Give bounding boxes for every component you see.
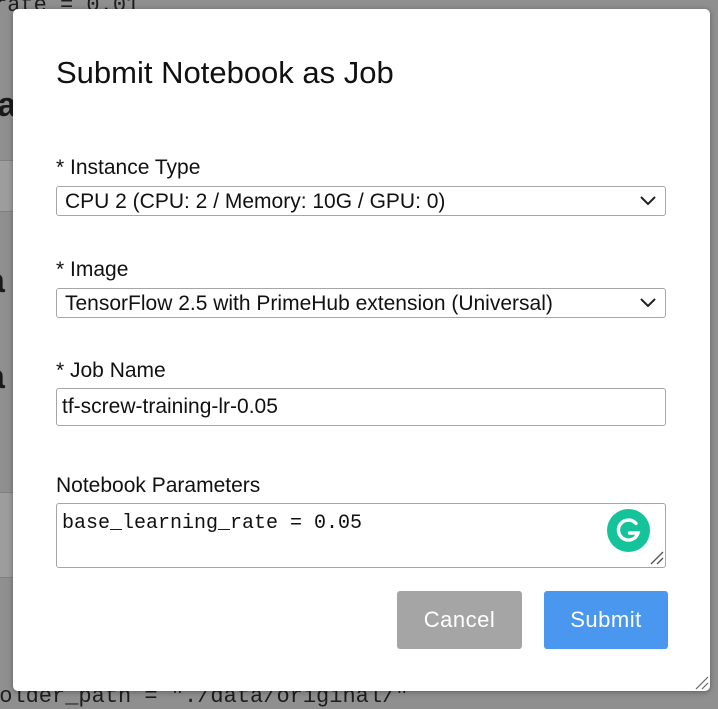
cancel-button[interactable]: Cancel [397,591,522,649]
chevron-down-icon [640,196,656,206]
image-value: TensorFlow 2.5 with PrimeHub extension (… [65,292,553,315]
chevron-down-icon [640,298,656,308]
instance-type-select[interactable]: CPU 2 (CPU: 2 / Memory: 10G / GPU: 0) [56,186,666,216]
dialog-resize-grip-icon[interactable] [693,674,709,690]
submit-button[interactable]: Submit [544,591,668,649]
instance-type-label: * Instance Type [56,156,201,179]
notebook-parameters-textarea[interactable]: base_learning_rate = 0.05 [56,503,666,568]
image-select[interactable]: TensorFlow 2.5 with PrimeHub extension (… [56,288,666,318]
job-name-label: * Job Name [56,359,166,382]
submit-job-dialog: Submit Notebook as Job * Instance Type C… [13,9,710,691]
grammarly-icon[interactable] [607,509,650,552]
image-label: * Image [56,258,129,281]
grammarly-g-icon [616,518,641,542]
job-name-input[interactable] [56,388,666,426]
textarea-resize-grip-icon[interactable] [648,549,664,565]
notebook-parameters-label: Notebook Parameters [56,474,261,497]
background-heading-fragment: a [0,262,5,301]
instance-type-value: CPU 2 (CPU: 2 / Memory: 10G / GPU: 0) [65,190,446,213]
dialog-title: Submit Notebook as Job [56,55,394,90]
background-heading-fragment: a [0,358,5,397]
